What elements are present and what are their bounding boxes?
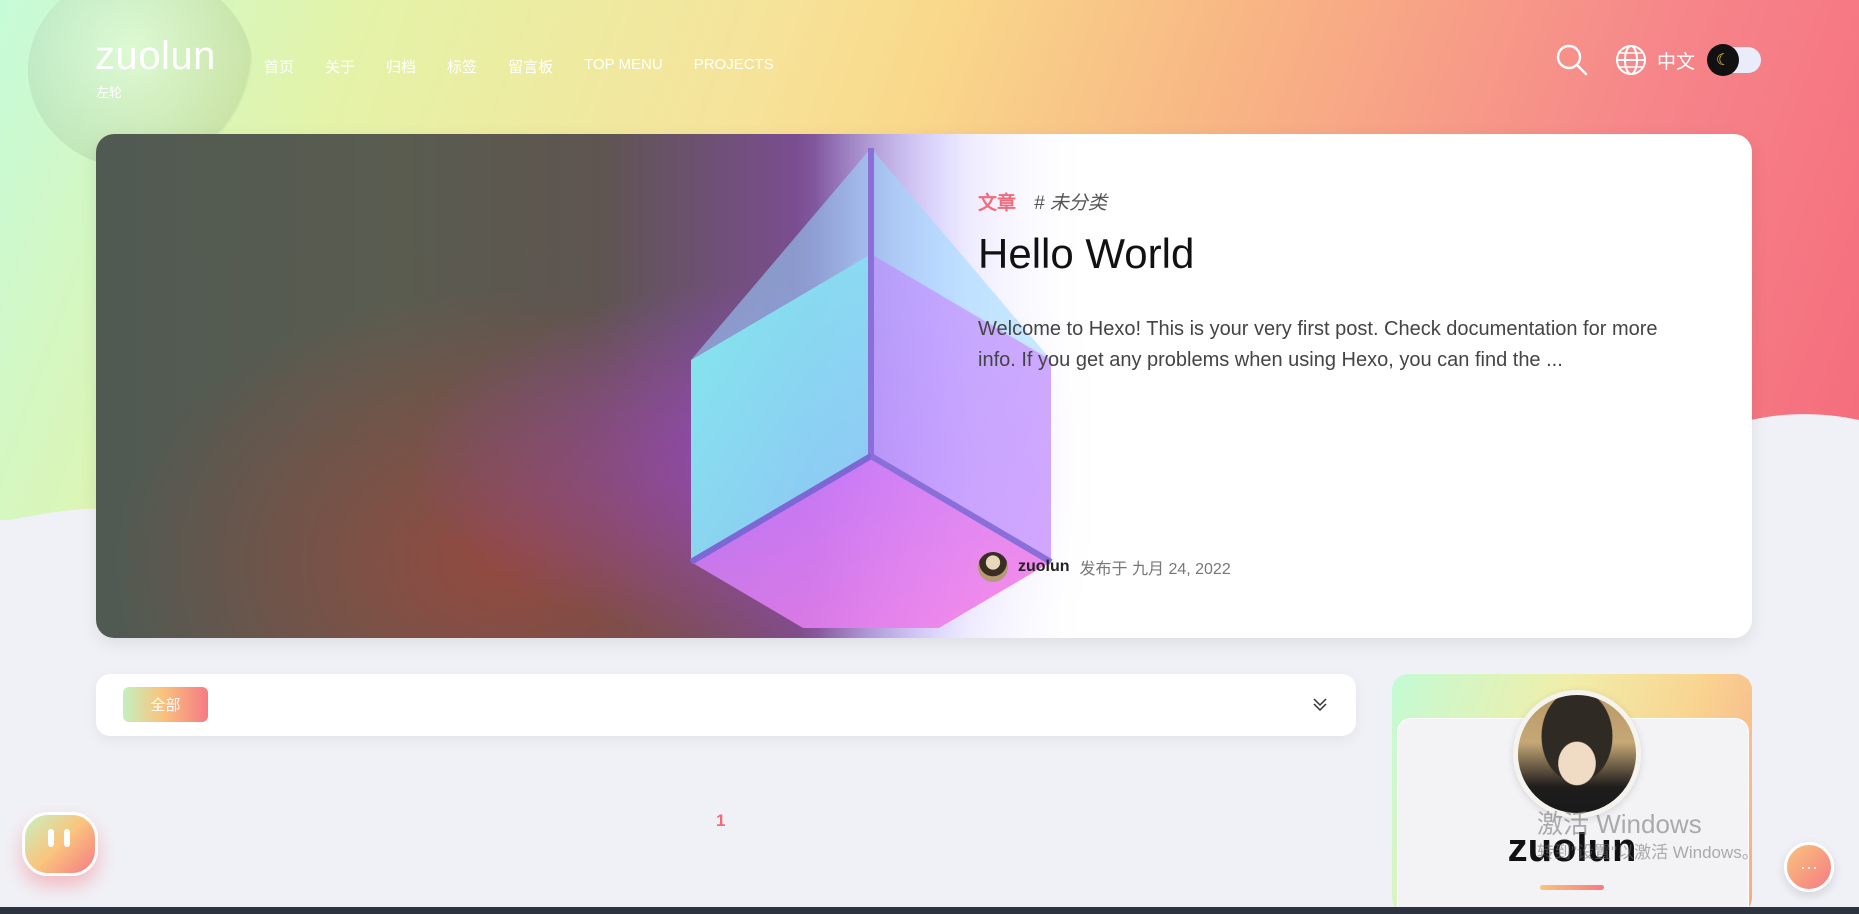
author-avatar [978,552,1008,582]
site-title[interactable]: zuolun [95,34,216,79]
post-meta: 文章 # 未分类 [978,188,1107,215]
language-label[interactable]: 中文 [1657,47,1695,74]
author-name[interactable]: zuolun [1018,558,1070,576]
more-menu-button[interactable]: ··· [1784,842,1834,892]
profile-avatar[interactable] [1513,690,1641,818]
nav-item-tags[interactable]: 标签 [447,56,477,77]
nav-item-home[interactable]: 首页 [264,56,294,77]
post-date: 发布于 九月 24, 2022 [1079,561,1231,578]
filter-chip-all[interactable]: 全部 [123,687,208,722]
mascot-eye-right [64,829,70,847]
mascot-eye-left [48,829,54,847]
category-filter-bar: 全部 [96,674,1356,736]
profile-name-underline [1540,885,1604,890]
windows-watermark-subtitle: 转到"设置"以激活 Windows。 [1537,843,1759,862]
post-title[interactable]: Hello World [978,230,1194,278]
post-tag[interactable]: # 未分类 [1034,188,1107,215]
mascot-widget[interactable] [22,812,98,876]
pagination-page-current[interactable]: 1 [716,811,725,831]
main-nav: 首页 关于 归档 标签 留言板 TOP MENU PROJECTS [264,56,805,77]
featured-post-card[interactable] [96,134,1752,638]
post-excerpt: Welcome to Hexo! This is your very first… [978,318,1658,371]
os-taskbar-edge [0,907,1859,914]
moon-icon: ☾ [1707,44,1739,76]
post-category[interactable]: 文章 [978,188,1016,215]
nav-item-projects[interactable]: PROJECTS [694,56,774,77]
dark-mode-toggle[interactable]: ☾ [1707,44,1761,76]
search-icon[interactable] [1555,43,1589,77]
post-author-meta: zuolun 发布于 九月 24, 2022 [978,552,1231,582]
site-subtitle: 左轮 [96,85,123,100]
chevron-double-down-icon[interactable] [1312,696,1328,717]
nav-item-about[interactable]: 关于 [325,56,355,77]
nav-item-archive[interactable]: 归档 [386,56,416,77]
windows-watermark-title: 激活 Windows [1537,809,1702,839]
nav-item-top-menu[interactable]: TOP MENU [584,56,663,77]
header-actions: 中文 ☾ [1555,43,1761,77]
globe-icon[interactable] [1615,44,1647,76]
nav-item-guestbook[interactable]: 留言板 [508,56,553,77]
